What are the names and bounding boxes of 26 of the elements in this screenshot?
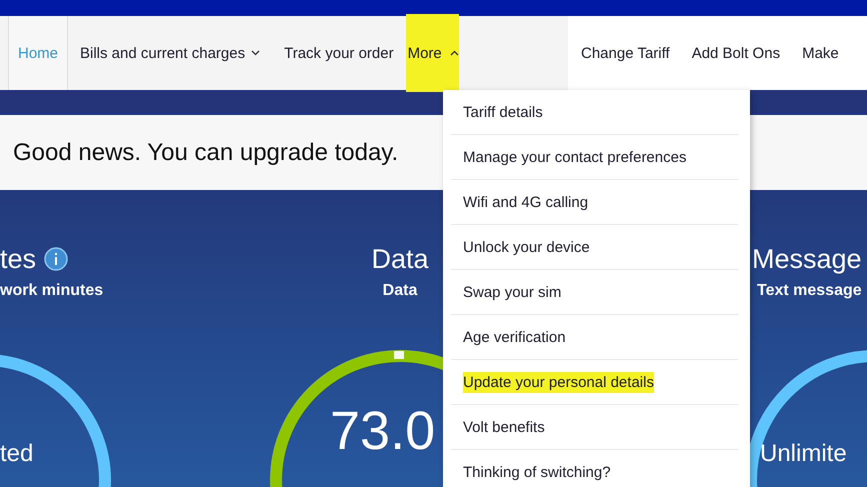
nav-tab[interactable]: More xyxy=(406,14,459,92)
info-icon[interactable] xyxy=(44,247,68,271)
usage-value: 73.0 xyxy=(330,400,436,462)
menu-item[interactable]: Thinking of switching? xyxy=(463,464,611,480)
nav-link[interactable]: Make xyxy=(802,44,839,62)
usage-title: Message xyxy=(752,244,862,274)
nav-tab[interactable]: Bills and current charges xyxy=(68,16,272,90)
menu-item[interactable]: Manage your contact preferences xyxy=(463,148,686,166)
banner-text: Good news. You can upgrade today. xyxy=(13,138,398,166)
usage-title: tes xyxy=(0,244,36,274)
usage-subtitle: work minutes xyxy=(0,282,104,300)
menu-item[interactable]: Volt benefits xyxy=(463,418,545,436)
menu-item[interactable]: Unlock your device xyxy=(463,238,590,256)
usage-subtitle: Text message xyxy=(757,282,862,300)
menu-item[interactable]: Wifi and 4G calling xyxy=(463,194,588,210)
usage-title: Data xyxy=(371,244,429,274)
menu-item[interactable]: Swap your sim xyxy=(463,284,562,300)
usage-subtitle: Data xyxy=(382,282,418,300)
menu-item[interactable]: Update your personal details xyxy=(463,372,654,392)
nav-link[interactable]: Add Bolt Ons xyxy=(692,44,780,62)
usage-value: ted xyxy=(0,440,34,468)
usage-value: Unlimite xyxy=(760,440,847,468)
nav-link[interactable]: Change Tariff xyxy=(581,44,670,62)
nav-tab[interactable]: Track your order xyxy=(272,16,406,90)
menu-item[interactable]: Tariff details xyxy=(463,104,543,120)
menu-item[interactable]: Age verification xyxy=(463,328,566,346)
